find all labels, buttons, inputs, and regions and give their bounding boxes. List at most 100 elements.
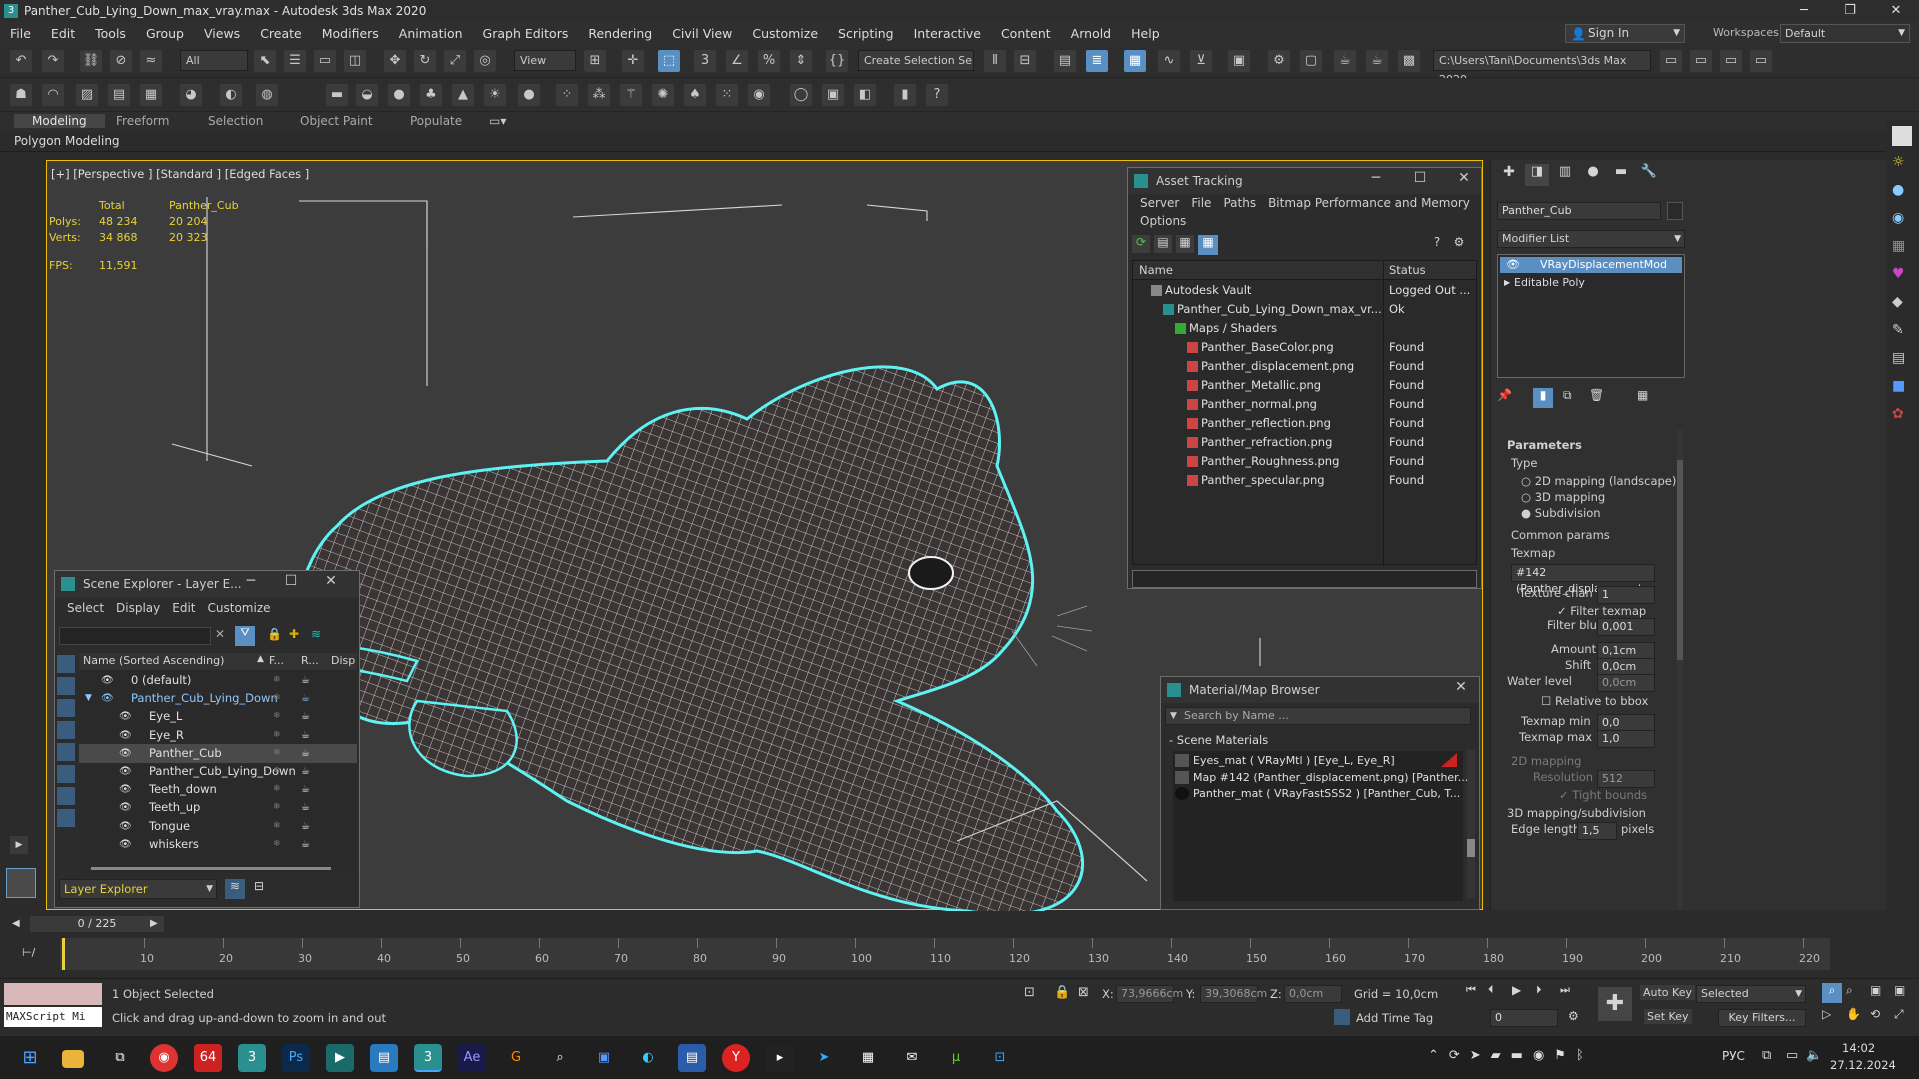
asset-row[interactable]: Panther_Cub_Lying_Down_max_vr... Ok [1133, 300, 1476, 319]
display-helpers-icon[interactable] [57, 743, 75, 761]
stack-item-vray-displacement[interactable]: 👁 VRayDisplacementMod [1500, 257, 1682, 273]
scene-tree-row[interactable]: 👁 ▼ Panther_Cub_Lying_Down ❄ ☕ [79, 689, 357, 708]
vray-light-icon[interactable]: ◕ [180, 84, 202, 106]
aida64-icon[interactable]: 64 [194, 1044, 222, 1072]
texmap-max-spinner[interactable]: 1,0 [1597, 730, 1655, 748]
percent-snap-icon[interactable]: % [758, 50, 780, 72]
column-name-header[interactable]: Name [1139, 263, 1173, 277]
notepad-icon[interactable]: ▤ [370, 1044, 398, 1072]
x-coordinate-field[interactable]: 73,9666cm [1116, 985, 1183, 1003]
link-icon[interactable]: ⛓ [80, 50, 102, 72]
shapes-icon[interactable]: ◠ [42, 84, 64, 106]
trackbar-toggle-icon[interactable]: ⊢/ [22, 946, 35, 959]
vray-cloud-icon[interactable]: ◉ [1892, 210, 1912, 230]
bind-spacewarp-icon[interactable]: ≈ [140, 50, 162, 72]
scene-tree-row[interactable]: 👁 whiskers ❄ ☕ [79, 835, 357, 854]
tab-freeform[interactable]: Freeform [116, 114, 169, 128]
visibility-eye-icon[interactable]: 👁 [119, 726, 132, 745]
named-selection-edit-icon[interactable]: {} [826, 50, 848, 72]
remove-modifier-icon[interactable]: 🗑 [1589, 388, 1604, 402]
asset-row[interactable]: Panther_normal.png Found [1133, 395, 1476, 414]
material-search-input[interactable]: ▼ Search by Name ... [1165, 707, 1471, 725]
project-settings-icon[interactable]: ▭ [1750, 50, 1772, 72]
time-slider[interactable]: 0 / 225 [30, 916, 164, 932]
menu-display[interactable]: Display [110, 601, 166, 615]
asset-row[interactable]: Panther_specular.png Found [1133, 471, 1476, 490]
scene-tree-row[interactable]: 👁 Eye_R ❄ ☕ [79, 726, 357, 745]
tab-modeling[interactable]: Modeling [14, 114, 105, 128]
column-status-header[interactable]: Status [1389, 263, 1426, 277]
prev-key-icon[interactable]: ⏴ [1488, 983, 1494, 997]
rotate-icon[interactable]: ↻ [414, 50, 436, 72]
terminal-icon[interactable]: ▸ [766, 1044, 794, 1072]
scene-tree-row[interactable]: 👁 Panther_Cub_Lying_Down ❄ ☕ [79, 762, 357, 781]
layer-toggle-icon[interactable]: ≋ [225, 879, 245, 899]
asset-row[interactable]: Maps / Shaders [1133, 319, 1476, 338]
lock-icon[interactable]: 🔒 [267, 627, 282, 641]
task-view-icon[interactable]: ⧉ [106, 1044, 134, 1072]
field-of-view-icon[interactable]: ▷ [1822, 1007, 1831, 1021]
project-open-icon[interactable]: ▭ [1690, 50, 1712, 72]
radio-subdivision[interactable]: ● Subdivision [1521, 506, 1601, 520]
vray-dome-icon[interactable]: ◍ [256, 84, 278, 106]
motion-tab-icon[interactable]: ● [1581, 164, 1605, 186]
sign-in-button[interactable]: 👤 Sign In ▼ [1565, 24, 1685, 43]
column-render-header[interactable]: R... [301, 654, 319, 667]
scene-tree-row[interactable]: 👁 Tongue ❄ ☕ [79, 817, 357, 836]
render-teapot-icon[interactable]: ☕ [301, 726, 310, 745]
move-icon[interactable]: ✥ [384, 50, 406, 72]
chaos-scatter-icon[interactable]: ⁙ [716, 84, 738, 106]
tray-network-icon[interactable]: ⧉ [1762, 1048, 1771, 1063]
maxscript-input[interactable]: MAXScript Mi [4, 1007, 102, 1027]
prev-frame-icon[interactable]: ◀ [12, 918, 20, 929]
spinner-snap-icon[interactable]: ⇕ [790, 50, 812, 72]
align-icon[interactable]: ⊟ [1014, 50, 1036, 72]
particle-icon[interactable]: ⁂ [588, 84, 610, 106]
visibility-eye-icon[interactable]: 👁 [101, 671, 114, 690]
visibility-eye-icon[interactable]: 👁 [119, 798, 132, 817]
scene-explorer-titlebar[interactable]: Scene Explorer - Layer E... ─ ☐ ✕ [55, 571, 359, 597]
key-filters-button[interactable]: Key Filters... [1718, 1009, 1806, 1027]
configure-sets-icon[interactable]: ▦ [1637, 388, 1648, 402]
hierarchy-tab-icon[interactable]: ▥ [1553, 164, 1577, 186]
clock-time[interactable]: 14:02 [1842, 1041, 1875, 1055]
y-coordinate-field[interactable]: 39,3068cm [1200, 985, 1267, 1003]
asset-row[interactable]: Panther_reflection.png Found [1133, 414, 1476, 433]
scene-tree-row[interactable]: 👁 Teeth_down ❄ ☕ [79, 780, 357, 799]
tray-volume-icon[interactable]: 🔈 [1806, 1048, 1822, 1063]
filter-texmap-checkbox[interactable]: ✓ Filter texmap [1557, 604, 1646, 618]
freeze-icon[interactable]: ❄ [273, 689, 281, 708]
column-name-header[interactable]: Name (Sorted Ascending) [83, 654, 224, 667]
render-teapot-icon[interactable]: ☕ [301, 762, 310, 781]
material-editor-icon[interactable]: ▣ [1228, 50, 1250, 72]
camera-icon[interactable]: ▤ [108, 84, 130, 106]
render-teapot-icon[interactable]: ☕ [301, 817, 310, 836]
orbit-icon[interactable]: ⟲ [1870, 1007, 1880, 1021]
visibility-eye-icon[interactable]: 👁 [119, 762, 132, 781]
set-key-big-icon[interactable]: ✚ [1598, 987, 1632, 1021]
asset-row[interactable]: Panther_BaseColor.png Found [1133, 338, 1476, 357]
keyboard-shortcut-toggle-icon[interactable]: ⬚ [658, 50, 680, 72]
sphere-icon[interactable]: ● [518, 84, 540, 106]
maxscript-listener[interactable] [4, 983, 102, 1005]
vray-flower-icon[interactable]: ✿ [1892, 406, 1912, 426]
minimize-icon[interactable]: ─ [233, 573, 269, 589]
render-teapot-icon[interactable]: ☕ [301, 689, 310, 708]
close-icon[interactable]: ✕ [1446, 170, 1482, 186]
menu-options[interactable]: Options [1134, 214, 1192, 228]
grid-helper-icon[interactable]: ⁘ [556, 84, 578, 106]
scene-tree-row[interactable]: 👁 Panther_Cub ❄ ☕ [79, 743, 357, 763]
snipping-icon[interactable]: ⊡ [986, 1044, 1014, 1072]
calculator-icon[interactable]: ▦ [854, 1044, 882, 1072]
menu-file[interactable]: File [1185, 196, 1217, 210]
render-setup-icon[interactable]: ⚙ [1268, 50, 1290, 72]
freeze-icon[interactable]: ❄ [273, 707, 281, 726]
reference-coord-dropdown[interactable]: View [514, 50, 576, 71]
scene-materials-header[interactable]: - Scene Materials [1169, 733, 1268, 747]
display-objects-icon[interactable] [57, 655, 75, 673]
vray-plane-icon[interactable]: ▬ [326, 84, 348, 106]
chaos-cloud-icon[interactable]: ◧ [854, 84, 876, 106]
next-key-icon[interactable]: ⏵ [1536, 983, 1542, 997]
cad-icon[interactable]: ▶ [326, 1044, 354, 1072]
material-item[interactable]: Panther_mat ( VRayFastSSS2 ) [Panther_Cu… [1173, 784, 1463, 803]
